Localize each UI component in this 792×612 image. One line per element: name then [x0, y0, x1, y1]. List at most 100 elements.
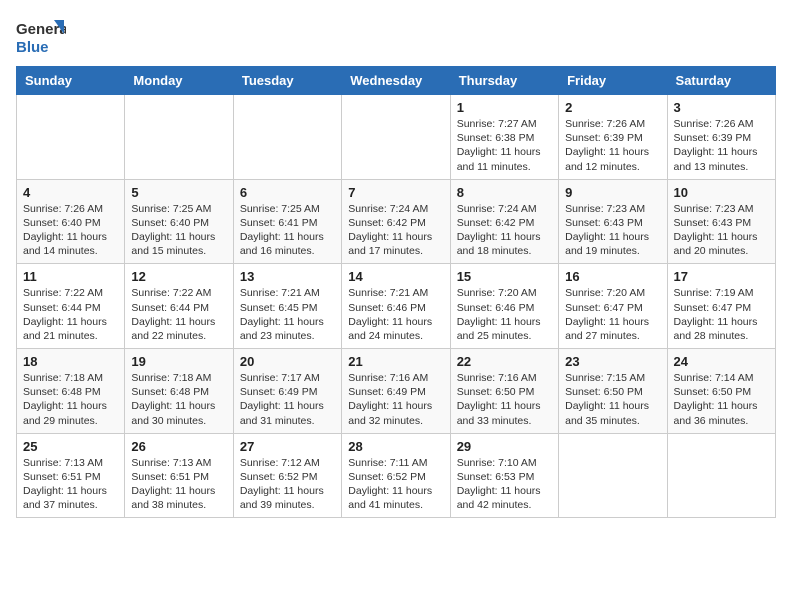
day-number: 6 — [240, 185, 335, 200]
day-info: Sunrise: 7:26 AM Sunset: 6:40 PM Dayligh… — [23, 202, 118, 259]
day-info: Sunrise: 7:10 AM Sunset: 6:53 PM Dayligh… — [457, 456, 552, 513]
calendar-cell: 10 Sunrise: 7:23 AM Sunset: 6:43 PM Dayli… — [667, 179, 775, 264]
day-header-monday: Monday — [125, 67, 233, 95]
day-info: Sunrise: 7:13 AM Sunset: 6:51 PM Dayligh… — [23, 456, 118, 513]
calendar-cell: 17 Sunrise: 7:19 AM Sunset: 6:47 PM Dayli… — [667, 264, 775, 349]
day-number: 10 — [674, 185, 769, 200]
calendar-cell — [17, 95, 125, 180]
day-info: Sunrise: 7:19 AM Sunset: 6:47 PM Dayligh… — [674, 286, 769, 343]
calendar-cell: 1 Sunrise: 7:27 AM Sunset: 6:38 PM Daylig… — [450, 95, 558, 180]
calendar-cell — [125, 95, 233, 180]
calendar-cell: 4 Sunrise: 7:26 AM Sunset: 6:40 PM Daylig… — [17, 179, 125, 264]
calendar-cell: 6 Sunrise: 7:25 AM Sunset: 6:41 PM Daylig… — [233, 179, 341, 264]
calendar-cell: 16 Sunrise: 7:20 AM Sunset: 6:47 PM Dayli… — [559, 264, 667, 349]
day-info: Sunrise: 7:13 AM Sunset: 6:51 PM Dayligh… — [131, 456, 226, 513]
calendar-week-2: 4 Sunrise: 7:26 AM Sunset: 6:40 PM Daylig… — [17, 179, 776, 264]
day-number: 13 — [240, 269, 335, 284]
day-number: 4 — [23, 185, 118, 200]
day-number: 12 — [131, 269, 226, 284]
calendar-cell: 23 Sunrise: 7:15 AM Sunset: 6:50 PM Dayli… — [559, 349, 667, 434]
svg-text:Blue: Blue — [16, 39, 49, 56]
calendar-week-4: 18 Sunrise: 7:18 AM Sunset: 6:48 PM Dayli… — [17, 349, 776, 434]
day-header-friday: Friday — [559, 67, 667, 95]
day-info: Sunrise: 7:26 AM Sunset: 6:39 PM Dayligh… — [674, 117, 769, 174]
day-number: 7 — [348, 185, 443, 200]
day-number: 25 — [23, 439, 118, 454]
day-number: 16 — [565, 269, 660, 284]
calendar-cell: 3 Sunrise: 7:26 AM Sunset: 6:39 PM Daylig… — [667, 95, 775, 180]
calendar-cell — [342, 95, 450, 180]
day-info: Sunrise: 7:17 AM Sunset: 6:49 PM Dayligh… — [240, 371, 335, 428]
calendar-cell: 8 Sunrise: 7:24 AM Sunset: 6:42 PM Daylig… — [450, 179, 558, 264]
day-info: Sunrise: 7:11 AM Sunset: 6:52 PM Dayligh… — [348, 456, 443, 513]
calendar-week-3: 11 Sunrise: 7:22 AM Sunset: 6:44 PM Dayli… — [17, 264, 776, 349]
header: GeneralBlue — [16, 16, 776, 56]
day-info: Sunrise: 7:18 AM Sunset: 6:48 PM Dayligh… — [131, 371, 226, 428]
day-number: 11 — [23, 269, 118, 284]
day-number: 5 — [131, 185, 226, 200]
calendar-cell — [233, 95, 341, 180]
day-number: 21 — [348, 354, 443, 369]
logo-svg: GeneralBlue — [16, 16, 66, 56]
day-header-sunday: Sunday — [17, 67, 125, 95]
day-number: 18 — [23, 354, 118, 369]
day-info: Sunrise: 7:12 AM Sunset: 6:52 PM Dayligh… — [240, 456, 335, 513]
calendar-cell: 29 Sunrise: 7:10 AM Sunset: 6:53 PM Dayli… — [450, 433, 558, 518]
calendar-cell: 24 Sunrise: 7:14 AM Sunset: 6:50 PM Dayli… — [667, 349, 775, 434]
day-info: Sunrise: 7:23 AM Sunset: 6:43 PM Dayligh… — [674, 202, 769, 259]
calendar-cell: 20 Sunrise: 7:17 AM Sunset: 6:49 PM Dayli… — [233, 349, 341, 434]
day-info: Sunrise: 7:20 AM Sunset: 6:46 PM Dayligh… — [457, 286, 552, 343]
calendar-cell: 7 Sunrise: 7:24 AM Sunset: 6:42 PM Daylig… — [342, 179, 450, 264]
logo: GeneralBlue — [16, 16, 66, 56]
day-info: Sunrise: 7:21 AM Sunset: 6:46 PM Dayligh… — [348, 286, 443, 343]
day-info: Sunrise: 7:15 AM Sunset: 6:50 PM Dayligh… — [565, 371, 660, 428]
day-header-wednesday: Wednesday — [342, 67, 450, 95]
day-info: Sunrise: 7:18 AM Sunset: 6:48 PM Dayligh… — [23, 371, 118, 428]
calendar-week-5: 25 Sunrise: 7:13 AM Sunset: 6:51 PM Dayli… — [17, 433, 776, 518]
day-number: 24 — [674, 354, 769, 369]
calendar-cell: 11 Sunrise: 7:22 AM Sunset: 6:44 PM Dayli… — [17, 264, 125, 349]
day-header-thursday: Thursday — [450, 67, 558, 95]
calendar-table: SundayMondayTuesdayWednesdayThursdayFrid… — [16, 66, 776, 518]
calendar-cell: 25 Sunrise: 7:13 AM Sunset: 6:51 PM Dayli… — [17, 433, 125, 518]
calendar-week-1: 1 Sunrise: 7:27 AM Sunset: 6:38 PM Daylig… — [17, 95, 776, 180]
day-number: 20 — [240, 354, 335, 369]
day-info: Sunrise: 7:14 AM Sunset: 6:50 PM Dayligh… — [674, 371, 769, 428]
day-number: 1 — [457, 100, 552, 115]
day-number: 2 — [565, 100, 660, 115]
calendar-cell: 12 Sunrise: 7:22 AM Sunset: 6:44 PM Dayli… — [125, 264, 233, 349]
day-number: 14 — [348, 269, 443, 284]
day-info: Sunrise: 7:23 AM Sunset: 6:43 PM Dayligh… — [565, 202, 660, 259]
calendar-cell: 21Sunrise: 7:16 AM Sunset: 6:49 PM Dayli… — [342, 349, 450, 434]
calendar-cell: 15 Sunrise: 7:20 AM Sunset: 6:46 PM Dayli… — [450, 264, 558, 349]
day-info: Sunrise: 7:24 AM Sunset: 6:42 PM Dayligh… — [457, 202, 552, 259]
day-number: 22 — [457, 354, 552, 369]
day-info: Sunrise: 7:20 AM Sunset: 6:47 PM Dayligh… — [565, 286, 660, 343]
day-info: Sunrise: 7:25 AM Sunset: 6:40 PM Dayligh… — [131, 202, 226, 259]
day-number: 27 — [240, 439, 335, 454]
day-info: Sunrise: 7:22 AM Sunset: 6:44 PM Dayligh… — [23, 286, 118, 343]
day-number: 8 — [457, 185, 552, 200]
day-info: Sunrise: 7:24 AM Sunset: 6:42 PM Dayligh… — [348, 202, 443, 259]
calendar-cell: 27 Sunrise: 7:12 AM Sunset: 6:52 PM Dayli… — [233, 433, 341, 518]
day-number: 29 — [457, 439, 552, 454]
calendar-header-row: SundayMondayTuesdayWednesdayThursdayFrid… — [17, 67, 776, 95]
calendar-cell: 2 Sunrise: 7:26 AM Sunset: 6:39 PM Daylig… — [559, 95, 667, 180]
calendar-cell — [667, 433, 775, 518]
day-number: 19 — [131, 354, 226, 369]
day-number: 17 — [674, 269, 769, 284]
calendar-cell: 26 Sunrise: 7:13 AM Sunset: 6:51 PM Dayli… — [125, 433, 233, 518]
day-info: Sunrise: 7:26 AM Sunset: 6:39 PM Dayligh… — [565, 117, 660, 174]
day-info: Sunrise: 7:22 AM Sunset: 6:44 PM Dayligh… — [131, 286, 226, 343]
day-number: 15 — [457, 269, 552, 284]
calendar-cell: 9Sunrise: 7:23 AM Sunset: 6:43 PM Daylig… — [559, 179, 667, 264]
day-number: 26 — [131, 439, 226, 454]
day-header-saturday: Saturday — [667, 67, 775, 95]
calendar-cell: 19 Sunrise: 7:18 AM Sunset: 6:48 PM Dayli… — [125, 349, 233, 434]
day-info: Sunrise: 7:25 AM Sunset: 6:41 PM Dayligh… — [240, 202, 335, 259]
day-number: 3 — [674, 100, 769, 115]
calendar-cell — [559, 433, 667, 518]
calendar-cell: 28Sunrise: 7:11 AM Sunset: 6:52 PM Dayli… — [342, 433, 450, 518]
day-info: Sunrise: 7:27 AM Sunset: 6:38 PM Dayligh… — [457, 117, 552, 174]
day-number: 23 — [565, 354, 660, 369]
